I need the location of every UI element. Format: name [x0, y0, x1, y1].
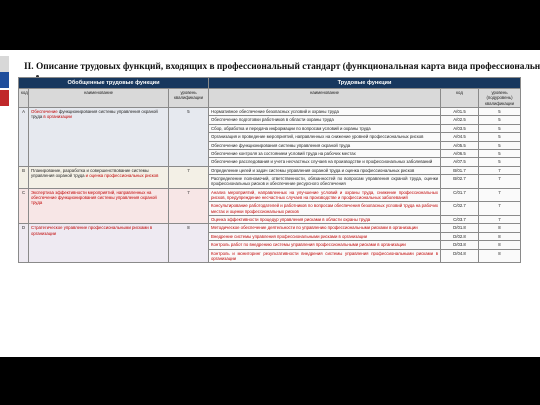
function-name: Сбор, обработка и передача информации по… — [208, 123, 441, 134]
function-name: Обеспечение подготовки работников в обла… — [208, 115, 441, 125]
function-name: Определение целей и задач системы управл… — [208, 165, 441, 175]
function-code: A/05.5 — [440, 140, 479, 150]
function-level: 8 — [478, 223, 521, 233]
function-name: Контроль и мониторинг результативности в… — [208, 248, 441, 264]
generalized-name-highlight: Обеспечение — [31, 109, 58, 115]
function-name: Обеспечение расследования и учета несчас… — [208, 157, 441, 167]
function-level: 7 — [478, 201, 521, 217]
function-code: D/03.8 — [440, 240, 479, 250]
header-labor-functions: Трудовые функции — [208, 77, 521, 89]
function-code: D/01.8 — [440, 223, 479, 233]
function-code: A/04.5 — [440, 132, 479, 142]
col-function-level: уровень (подуровень) квалификации — [478, 87, 521, 109]
function-name: Консультирование работодателей и работни… — [208, 201, 441, 217]
decor-stripe-blue — [0, 72, 9, 88]
function-name: Обеспечение контроля за состоянием услов… — [208, 148, 441, 159]
function-level: 5 — [478, 107, 521, 117]
function-level: 7 — [478, 187, 521, 203]
function-level: 5 — [478, 157, 521, 167]
function-code: A/07.5 — [440, 157, 479, 167]
slide-heading: II. Описание трудовых функций, входящих … — [24, 62, 540, 72]
function-code: D/04.8 — [440, 248, 479, 264]
table-row: B Планирование, разработка и совершенство… — [18, 165, 521, 189]
table-row: A Обеспечение функционирования системы уп… — [18, 107, 521, 167]
col-level: уровень квалификации — [168, 87, 209, 109]
function-level: 8 — [478, 240, 521, 250]
function-level: 8 — [478, 231, 521, 242]
function-name: Нормативное обеспечение безопасных услов… — [208, 107, 441, 117]
generalized-code: C — [18, 187, 29, 225]
function-level: 7 — [478, 165, 521, 175]
function-level: 5 — [478, 140, 521, 150]
col-code: код — [18, 87, 29, 109]
table-row: C Экспертиза эффективности мероприятий, н… — [18, 187, 521, 225]
function-level: 7 — [478, 173, 521, 189]
generalized-name: Планирование, разработка и совершенствов… — [28, 165, 169, 189]
function-code: D/02.8 — [440, 231, 479, 242]
function-code: C/01.7 — [440, 187, 479, 203]
header-generalized-functions: Обобщенные трудовые функции — [18, 77, 209, 89]
generalized-level: 7 — [168, 187, 209, 225]
col-function-name: наименование — [208, 87, 441, 109]
function-level: 8 — [478, 248, 521, 264]
table-row: D Стратегическое управление профессиональ… — [18, 223, 521, 264]
function-name: Анализ мероприятий, направленных на улуч… — [208, 187, 441, 203]
generalized-name: Обеспечение функционирования системы упр… — [28, 107, 169, 167]
function-name: Распределение полномочий, ответственност… — [208, 173, 441, 189]
generalized-name-highlight: Стратегическое управление профессиональн… — [31, 225, 153, 236]
generalized-name-highlight: Экспертиза эффективности мероприятий, на… — [31, 189, 157, 206]
function-name: Контроль работ по внедрению системы упра… — [208, 240, 441, 250]
generalized-name-highlight: в организации — [43, 114, 72, 120]
function-level: 5 — [478, 148, 521, 159]
function-name: Внедрение системы управления профессиона… — [208, 231, 441, 242]
function-code: C/02.7 — [440, 201, 479, 217]
functional-map-table: Обобщенные трудовые функции Трудовые фун… — [18, 77, 521, 264]
function-code: A/06.5 — [440, 148, 479, 159]
generalized-level: 7 — [168, 165, 209, 189]
col-name: наименование — [28, 87, 169, 109]
function-name: Методическое обеспечение деятельности по… — [208, 223, 441, 233]
generalized-name-highlight: и оценка профессиональных рисков — [85, 172, 159, 178]
function-level: 5 — [478, 132, 521, 142]
decor-stripe-red — [0, 90, 9, 106]
function-level: 7 — [478, 215, 521, 225]
function-name: Обеспечение функционирования системы упр… — [208, 140, 441, 150]
function-code: B/02.7 — [440, 173, 479, 189]
function-name: Организация и проведение мероприятий, на… — [208, 132, 441, 142]
generalized-level: 8 — [168, 223, 209, 264]
generalized-name: Экспертиза эффективности мероприятий, на… — [28, 187, 169, 225]
generalized-name: Стратегическое управление профессиональн… — [28, 223, 169, 264]
function-level: 5 — [478, 123, 521, 134]
slide: II. Описание трудовых функций, входящих … — [0, 50, 540, 357]
col-function-code: код — [440, 87, 479, 109]
generalized-code: D — [18, 223, 29, 264]
function-level: 5 — [478, 115, 521, 125]
generalized-level: 5 — [168, 107, 209, 167]
function-code: A/03.5 — [440, 123, 479, 134]
generalized-code: A — [18, 107, 29, 167]
function-code: A/01.5 — [440, 107, 479, 117]
function-code: A/02.5 — [440, 115, 479, 125]
generalized-code: B — [18, 165, 29, 189]
function-code: B/01.7 — [440, 165, 479, 175]
function-code: C/03.7 — [440, 215, 479, 225]
function-name: Оценка эффективности процедур управления… — [208, 215, 441, 225]
